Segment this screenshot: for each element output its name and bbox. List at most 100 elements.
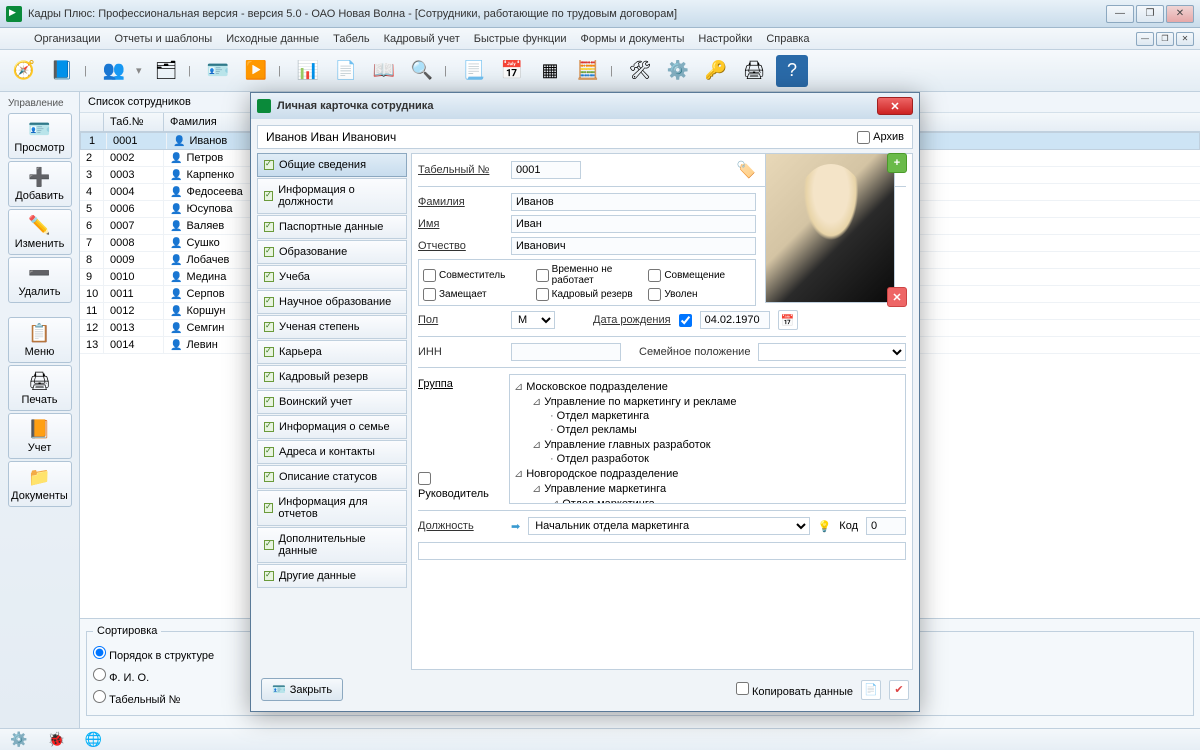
tree-node[interactable]: ·Отдел маркетинга <box>514 409 901 423</box>
doc-icon[interactable]: 📄 <box>861 680 881 700</box>
menu-tabel[interactable]: Табель <box>333 33 369 45</box>
check-icon[interactable]: ✔ <box>889 680 909 700</box>
tb-calendar-icon[interactable]: 📅 <box>496 55 528 87</box>
mdi-restore[interactable]: ❐ <box>1156 32 1174 46</box>
tb-search-icon[interactable]: 🔍 <box>406 55 438 87</box>
tb-key-icon[interactable]: 🔑 <box>700 55 732 87</box>
copy-data-checkbox[interactable]: Копировать данные <box>736 682 853 698</box>
tb-print-icon[interactable]: 🖨 <box>738 55 770 87</box>
status-check[interactable]: Совмещение <box>648 264 751 286</box>
status-check[interactable]: Совместитель <box>423 264 526 286</box>
tree-node[interactable]: ⊿Отдел маркетинга <box>514 496 901 504</box>
tree-node[interactable]: ⊿Управление главных разработок <box>514 437 901 452</box>
col-tabnum[interactable]: Таб.№ <box>104 113 164 131</box>
tab-4[interactable]: Учеба <box>257 265 407 289</box>
mdi-close[interactable]: ✕ <box>1176 32 1194 46</box>
tab-9[interactable]: Воинский учет <box>257 390 407 414</box>
firstname-field[interactable] <box>511 215 756 233</box>
tb-book-icon[interactable]: 📘 <box>46 55 78 87</box>
tab-10[interactable]: Информация о семье <box>257 415 407 439</box>
note-field[interactable] <box>418 542 906 560</box>
lp-delete[interactable]: ➖Удалить <box>8 257 72 303</box>
tab-15[interactable]: Другие данные <box>257 564 407 588</box>
photo-delete-button[interactable]: ✕ <box>887 287 907 307</box>
menu-help[interactable]: Справка <box>766 33 809 45</box>
tab-5[interactable]: Научное образование <box>257 290 407 314</box>
lp-add[interactable]: ➕Добавить <box>8 161 72 207</box>
group-tree[interactable]: ⊿Московское подразделение⊿Управление по … <box>509 374 906 504</box>
tb-calc-icon[interactable]: 🧮 <box>572 55 604 87</box>
sb-globe-icon[interactable]: 🌐 <box>85 731 102 748</box>
dob-field[interactable] <box>700 311 770 329</box>
tab-7[interactable]: Карьера <box>257 340 407 364</box>
tree-node[interactable]: ⊿Управление маркетинга <box>514 481 901 496</box>
menu-quick[interactable]: Быстрые функции <box>474 33 567 45</box>
lp-edit[interactable]: ✏️Изменить <box>8 209 72 255</box>
tb-card-icon[interactable]: 🪪 <box>202 55 234 87</box>
status-check[interactable]: Временно не работает <box>536 264 639 286</box>
photo-add-button[interactable]: + <box>887 153 907 173</box>
tag-icon[interactable]: 🏷️ <box>736 160 756 180</box>
sb-bug-icon[interactable]: 🐞 <box>47 731 64 748</box>
tb-grid-icon[interactable]: ▦ <box>534 55 566 87</box>
tab-0[interactable]: Общие сведения <box>257 153 407 177</box>
status-check[interactable]: Замещает <box>423 288 526 301</box>
tree-node[interactable]: ⊿Московское подразделение <box>514 379 901 394</box>
mdi-minimize[interactable]: — <box>1136 32 1154 46</box>
tab-1[interactable]: Информация о должности <box>257 178 407 214</box>
tb-gear-icon[interactable]: ⚙️ <box>662 55 694 87</box>
lp-print[interactable]: 🖨Печать <box>8 365 72 411</box>
tab-6[interactable]: Ученая степень <box>257 315 407 339</box>
tab-3[interactable]: Образование <box>257 240 407 264</box>
tb-nav-icon[interactable]: 🧭 <box>8 55 40 87</box>
menu-reports[interactable]: Отчеты и шаблоны <box>115 33 213 45</box>
menu-settings[interactable]: Настройки <box>698 33 752 45</box>
tree-node[interactable]: ⊿Управление по маркетингу и рекламе <box>514 394 901 409</box>
marital-select[interactable] <box>758 343 906 361</box>
position-select[interactable]: Начальник отдела маркетинга <box>528 517 809 535</box>
close-button[interactable]: ✕ <box>1166 5 1194 23</box>
close-dialog-button[interactable]: 🪪 Закрыть <box>261 678 343 701</box>
gender-select[interactable]: М <box>511 311 555 329</box>
leader-checkbox[interactable]: Руководитель <box>418 472 503 500</box>
code-field[interactable] <box>866 517 906 535</box>
menu-forms[interactable]: Формы и документы <box>581 33 685 45</box>
tab-8[interactable]: Кадровый резерв <box>257 365 407 389</box>
tab-12[interactable]: Описание статусов <box>257 465 407 489</box>
tb-play-icon[interactable]: ▶️ <box>240 55 272 87</box>
menu-organizations[interactable]: Организации <box>34 33 101 45</box>
tb-org-icon[interactable]: 🗂 <box>150 55 182 87</box>
tb-page-icon[interactable]: 📃 <box>458 55 490 87</box>
tree-node[interactable]: ·Отдел рекламы <box>514 423 901 437</box>
tb-open-icon[interactable]: 📖 <box>368 55 400 87</box>
maximize-button[interactable]: ❐ <box>1136 5 1164 23</box>
archive-checkbox[interactable]: Архив <box>857 131 904 144</box>
calendar-icon[interactable]: 📅 <box>778 310 798 330</box>
dialog-close-button[interactable]: ✕ <box>877 97 913 115</box>
tb-tools-icon[interactable]: 🛠 <box>624 55 656 87</box>
tabnum-field[interactable] <box>511 161 581 179</box>
dob-checkbox[interactable] <box>679 314 692 327</box>
tab-13[interactable]: Информация для отчетов <box>257 490 407 526</box>
tb-users-icon[interactable]: 👥 <box>98 55 130 87</box>
lp-account[interactable]: 📙Учет <box>8 413 72 459</box>
patronymic-field[interactable] <box>511 237 756 255</box>
tab-2[interactable]: Паспортные данные <box>257 215 407 239</box>
arrow-icon[interactable]: ➡ <box>511 520 520 533</box>
lp-view[interactable]: 🪪Просмотр <box>8 113 72 159</box>
tree-node[interactable]: ⊿Новгородское подразделение <box>514 466 901 481</box>
tb-doc-icon[interactable]: 📄 <box>330 55 362 87</box>
bulb-icon[interactable]: 💡 <box>818 520 832 533</box>
lp-menu[interactable]: 📋Меню <box>8 317 72 363</box>
inn-field[interactable] <box>511 343 621 361</box>
lastname-field[interactable] <box>511 193 756 211</box>
sb-gear-icon[interactable]: ⚙️ <box>10 731 27 748</box>
status-check[interactable]: Уволен <box>648 288 751 301</box>
tab-14[interactable]: Дополнительные данные <box>257 527 407 563</box>
minimize-button[interactable]: — <box>1106 5 1134 23</box>
menu-source-data[interactable]: Исходные данные <box>226 33 319 45</box>
status-check[interactable]: Кадровый резерв <box>536 288 639 301</box>
lp-docs[interactable]: 📁Документы <box>8 461 72 507</box>
tb-help-icon[interactable]: ? <box>776 55 808 87</box>
tb-chart-icon[interactable]: 📊 <box>292 55 324 87</box>
